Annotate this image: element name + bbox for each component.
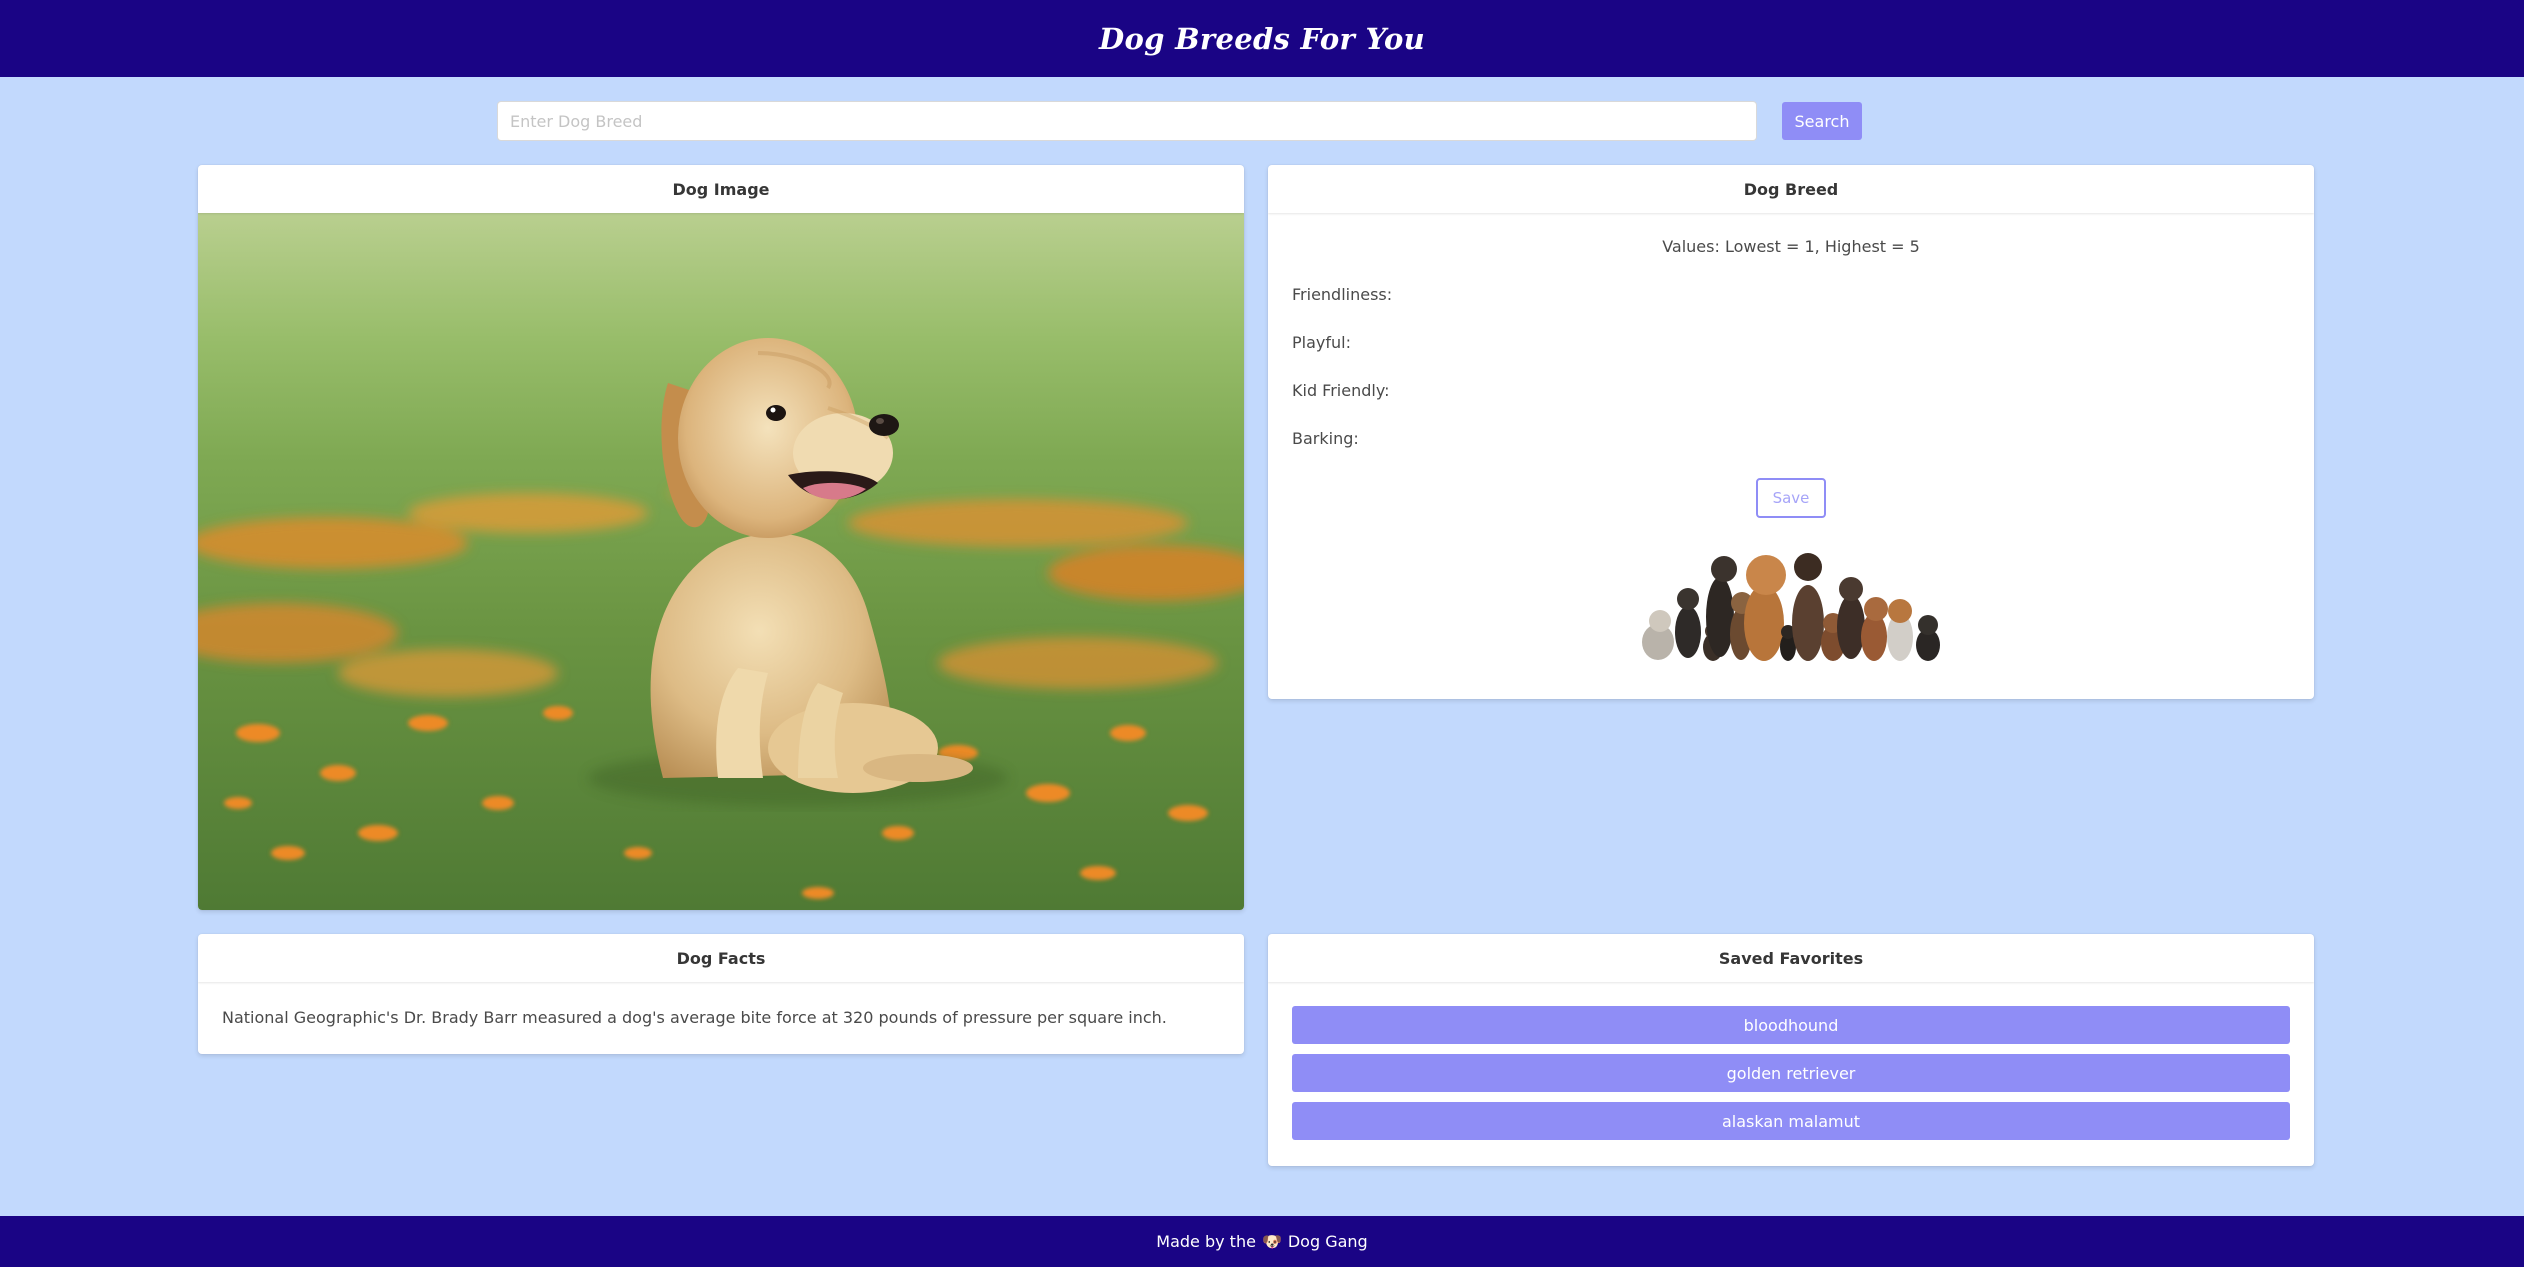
dog-image-card-title: Dog Image xyxy=(198,165,1244,213)
playful-label: Playful: xyxy=(1292,333,1351,352)
app-title: Dog Breeds For You xyxy=(1099,21,1425,56)
kid-friendly-stat: Kid Friendly: xyxy=(1292,381,1390,400)
dog-breed-search-input[interactable] xyxy=(497,101,1757,141)
footer: Made by the 🐶 Dog Gang xyxy=(0,1216,2524,1267)
friendliness-label: Friendliness: xyxy=(1292,285,1393,304)
saved-favorites-list: bloodhound golden retriever alaskan mala… xyxy=(1268,982,2314,1140)
dog-breed-card: Dog Breed Values: Lowest = 1, Highest = … xyxy=(1268,165,2314,699)
save-button[interactable]: Save xyxy=(1756,478,1826,518)
friendliness-stat: Friendliness: xyxy=(1292,285,1392,304)
barking-stat: Barking: xyxy=(1292,429,1359,448)
dog-breed-card-title: Dog Breed xyxy=(1268,165,2314,213)
dog-photo xyxy=(198,213,1244,910)
favorite-item-bloodhound[interactable]: bloodhound xyxy=(1292,1006,2290,1044)
navbar: Dog Breeds For You xyxy=(0,0,2524,77)
footer-suffix: Dog Gang xyxy=(1287,1232,1368,1251)
dog-facts-card-title: Dog Facts xyxy=(198,934,1244,982)
values-scale-note: Values: Lowest = 1, Highest = 5 xyxy=(1662,237,1920,256)
dog-emoji-icon: 🐶 xyxy=(1261,1232,1282,1251)
favorite-item-golden-retriever[interactable]: golden retriever xyxy=(1292,1054,2290,1092)
favorite-item-alaskan-malamut[interactable]: alaskan malamut xyxy=(1292,1102,2290,1140)
search-button[interactable]: Search xyxy=(1782,102,1862,140)
dog-facts-card: Dog Facts National Geographic's Dr. Brad… xyxy=(198,934,1244,1054)
saved-favorites-card: Saved Favorites bloodhound golden retrie… xyxy=(1268,934,2314,1166)
dog-group-image xyxy=(1642,553,1940,661)
playful-stat: Playful: xyxy=(1292,333,1351,352)
footer-prefix: Made by the xyxy=(1156,1232,1256,1251)
dog-image-card: Dog Image xyxy=(198,165,1244,910)
dog-fact-text: National Geographic's Dr. Brady Barr mea… xyxy=(222,1008,1167,1027)
barking-label: Barking: xyxy=(1292,429,1359,448)
saved-favorites-card-title: Saved Favorites xyxy=(1268,934,2314,982)
kid-friendly-label: Kid Friendly: xyxy=(1292,381,1390,400)
